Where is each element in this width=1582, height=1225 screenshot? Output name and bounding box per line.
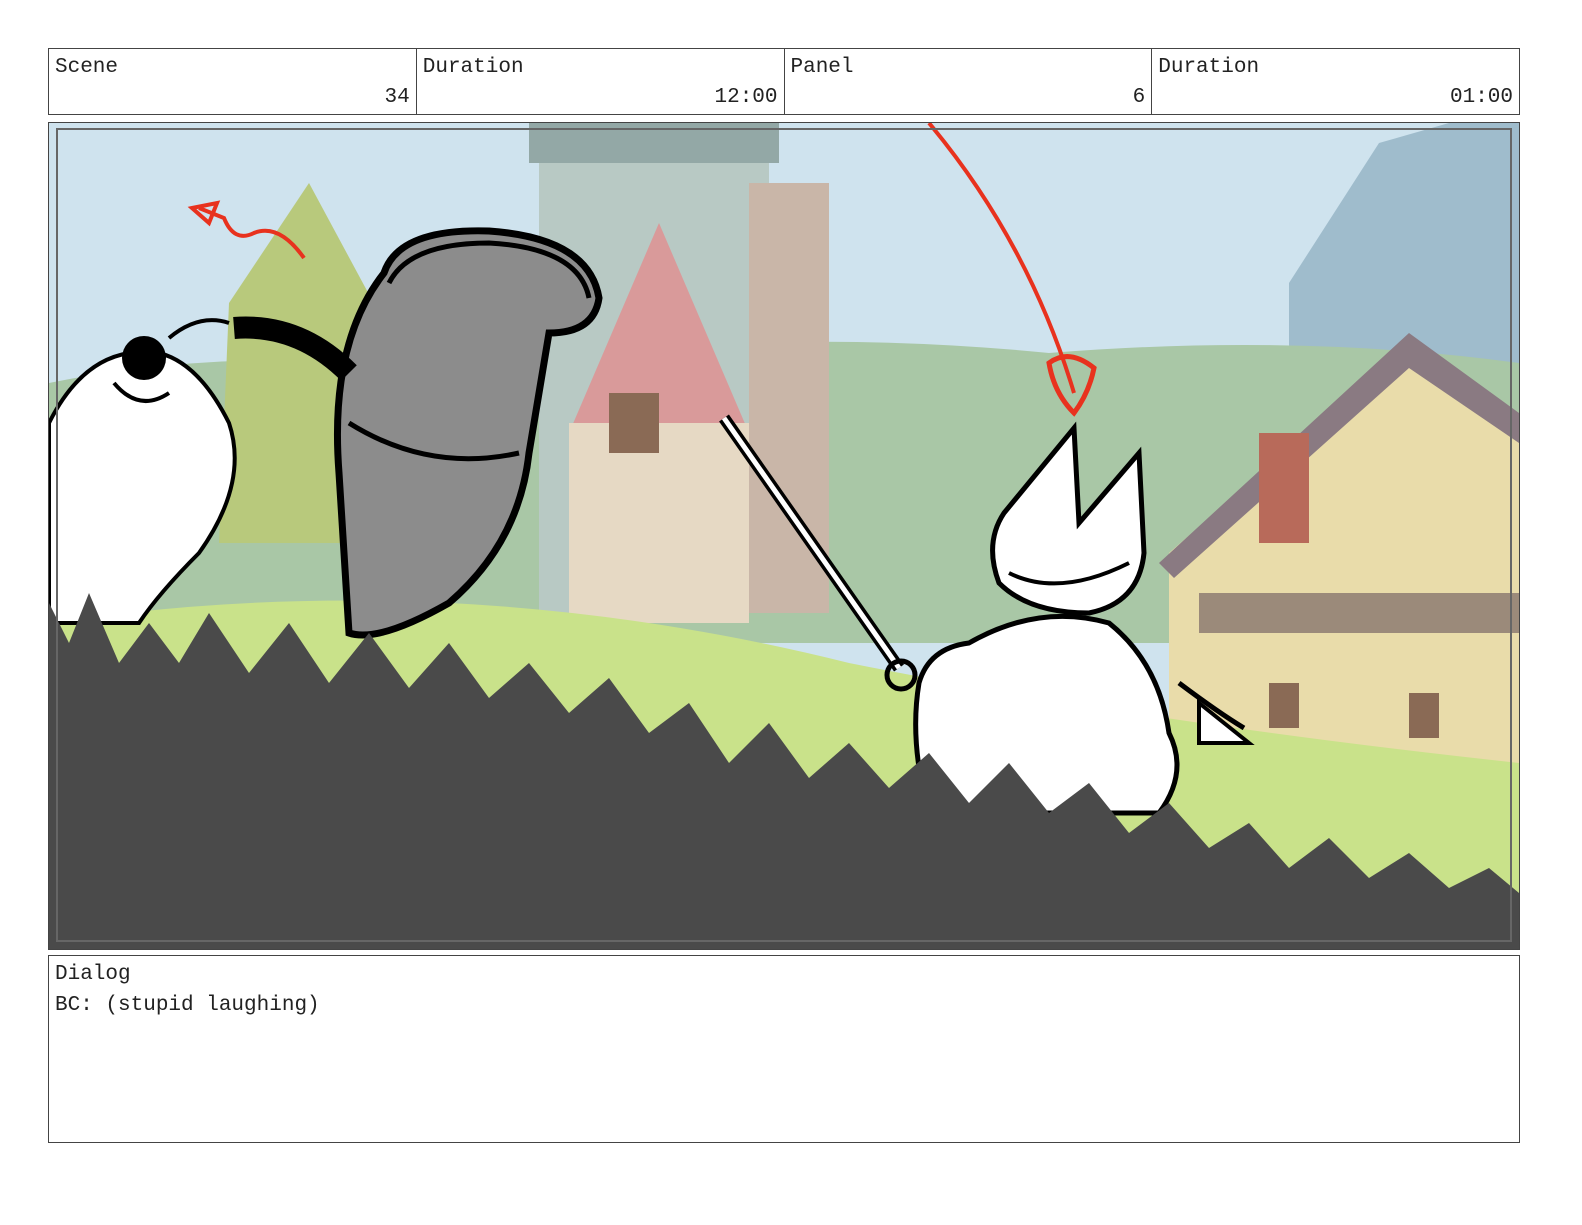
dialog-text: BC: (stupid laughing) [55, 994, 320, 1017]
scene-duration-label: Duration [422, 56, 524, 79]
scene-label: Scene [55, 56, 119, 79]
panel-label: Panel [790, 56, 854, 79]
panel-duration-value: 01:00 [1449, 86, 1513, 109]
panel-duration-cell: Duration 01:00 [1152, 49, 1519, 114]
panel-cell: Panel 6 [785, 49, 1153, 114]
scene-number: 34 [384, 86, 410, 109]
scene-duration-cell: Duration 12:00 [417, 49, 785, 114]
storyboard-panel-image [48, 122, 1520, 950]
panel-number: 6 [1132, 86, 1146, 109]
dialog-label: Dialog [55, 963, 131, 986]
storyboard-header: Scene 34 Duration 12:00 Panel 6 Duration… [48, 48, 1520, 115]
dialog-box: Dialog BC: (stupid laughing) [48, 955, 1520, 1143]
panel-illustration [49, 123, 1519, 949]
scene-cell: Scene 34 [49, 49, 417, 114]
panel-duration-label: Duration [1158, 56, 1260, 79]
scene-duration-value: 12:00 [714, 86, 778, 109]
